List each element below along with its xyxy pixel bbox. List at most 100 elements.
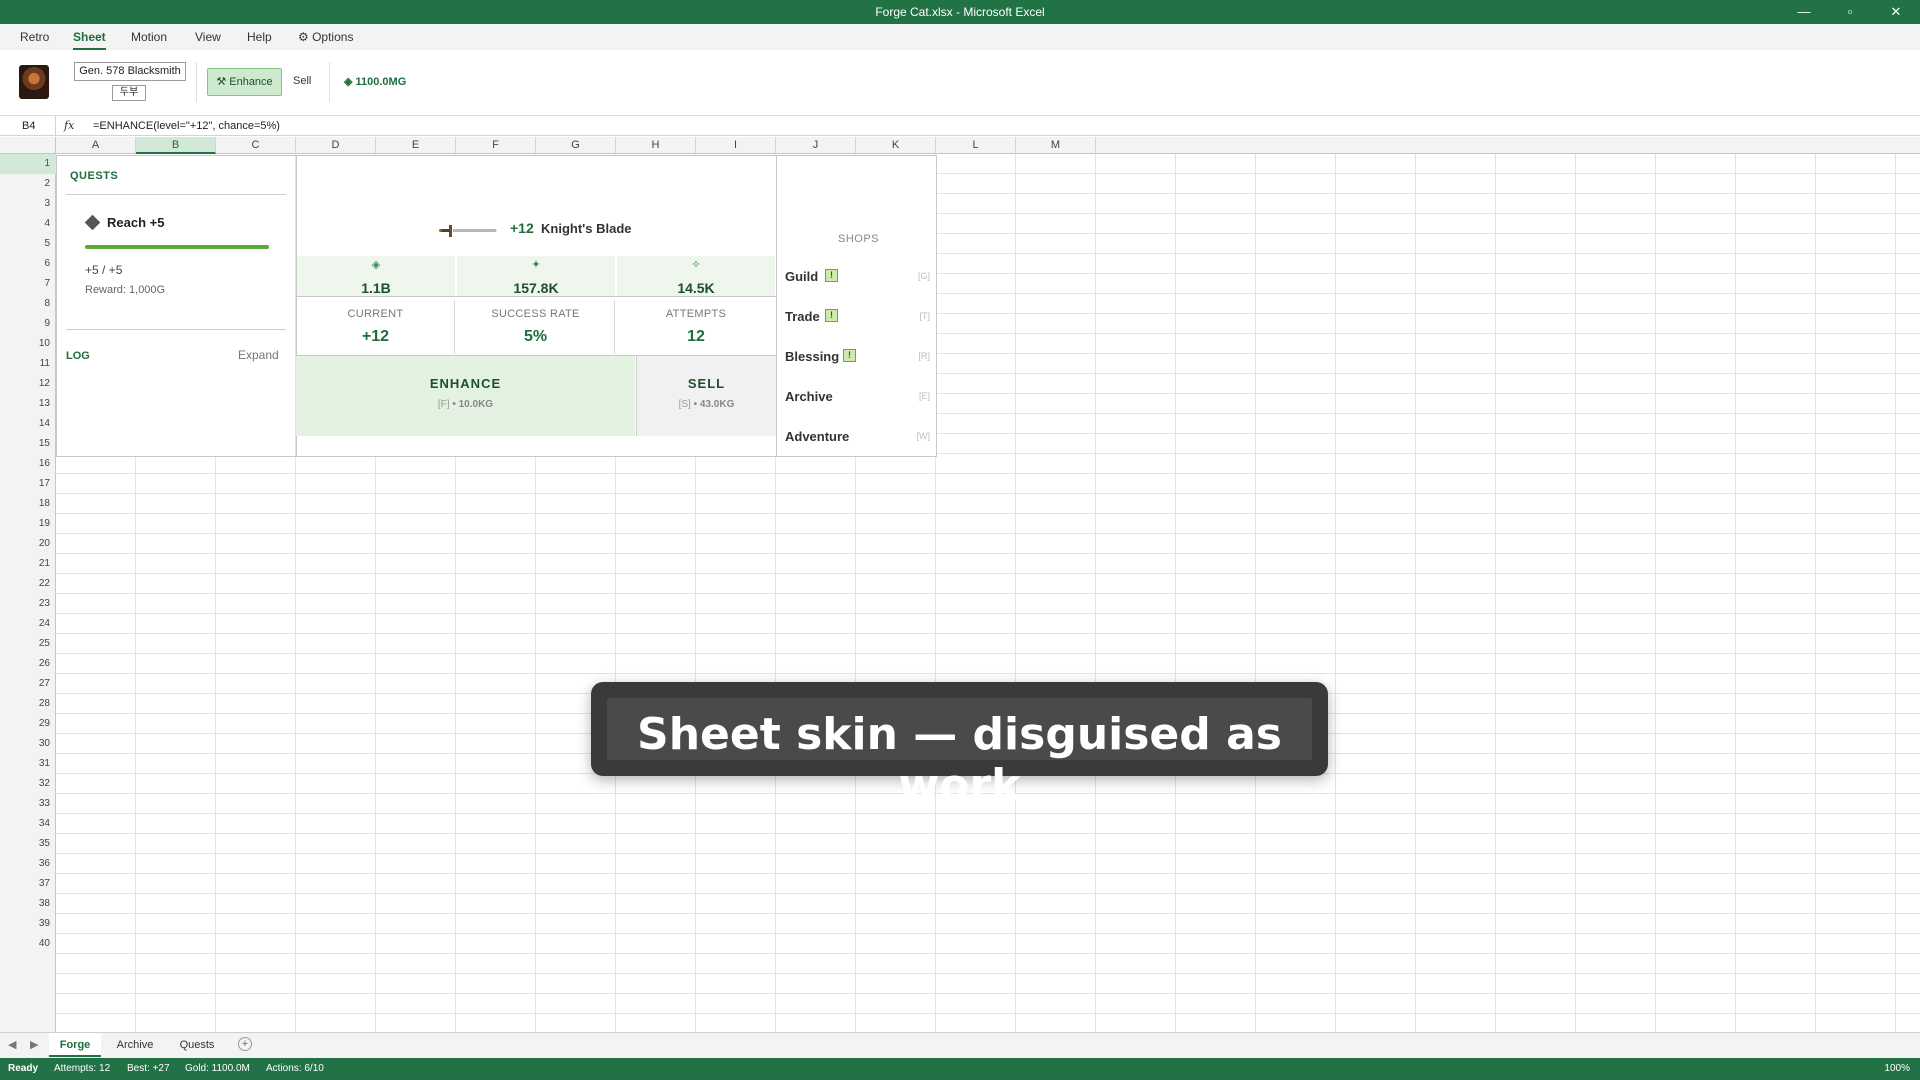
fx-icon[interactable]: fx bbox=[64, 119, 74, 132]
quest-name[interactable]: Reach +5 bbox=[107, 215, 164, 230]
zoom-level[interactable]: 100% bbox=[1884, 1063, 1910, 1074]
row-header[interactable]: 39 bbox=[0, 914, 56, 934]
row-header[interactable]: 12 bbox=[0, 374, 56, 394]
row-header[interactable]: 30 bbox=[0, 734, 56, 754]
formula-input[interactable]: =ENHANCE(level="+12", chance=5%) bbox=[93, 120, 280, 132]
row-header[interactable]: 20 bbox=[0, 534, 56, 554]
row-header[interactable]: 28 bbox=[0, 694, 56, 714]
sheet-tab-archive[interactable]: Archive bbox=[108, 1033, 162, 1057]
column-header[interactable]: I bbox=[696, 137, 776, 154]
row-header[interactable]: 9 bbox=[0, 314, 56, 334]
column-header[interactable]: L bbox=[936, 137, 1016, 154]
shop-blessing[interactable]: Blessing ! [R] bbox=[777, 336, 936, 376]
column-header[interactable]: A bbox=[56, 137, 136, 154]
divider bbox=[66, 329, 286, 330]
log-title: LOG bbox=[66, 350, 90, 362]
row-header[interactable]: 31 bbox=[0, 754, 56, 774]
column-header[interactable]: K bbox=[856, 137, 936, 154]
row-header[interactable]: 4 bbox=[0, 214, 56, 234]
log-expand-button[interactable]: Expand bbox=[238, 348, 279, 362]
row-header[interactable]: 32 bbox=[0, 774, 56, 794]
row-header[interactable]: 36 bbox=[0, 854, 56, 874]
column-header[interactable]: C bbox=[216, 137, 296, 154]
prev-sheet-icon[interactable]: ◀ bbox=[8, 1038, 16, 1051]
column-header[interactable]: E bbox=[376, 137, 456, 154]
sheet-tab-quests[interactable]: Quests bbox=[170, 1033, 224, 1057]
row-header[interactable]: 17 bbox=[0, 474, 56, 494]
info-label: SUCCESS RATE bbox=[491, 308, 580, 320]
menu-view[interactable]: View bbox=[195, 24, 221, 50]
row-header[interactable]: 1 bbox=[0, 154, 56, 174]
row-header[interactable]: 24 bbox=[0, 614, 56, 634]
column-header[interactable]: B bbox=[136, 137, 216, 154]
row-header[interactable]: 34 bbox=[0, 814, 56, 834]
gold-amount: ◈ 1100.0MG bbox=[344, 76, 407, 88]
row-header[interactable]: 3 bbox=[0, 194, 56, 214]
menu-help[interactable]: Help bbox=[247, 24, 272, 50]
shop-key-hint: [W] bbox=[916, 431, 931, 441]
stat-value: 157.8K bbox=[513, 280, 559, 296]
row-header[interactable]: 33 bbox=[0, 794, 56, 814]
toast-message: Sheet skin — disguised as work bbox=[637, 709, 1282, 811]
row-header[interactable]: 13 bbox=[0, 394, 56, 414]
shop-archive[interactable]: Archive [E] bbox=[777, 376, 936, 416]
enhance-button[interactable]: ENHANCE [F] • 10.0KG bbox=[296, 356, 635, 436]
row-header[interactable]: 27 bbox=[0, 674, 56, 694]
ribbon-sell-button[interactable]: Sell bbox=[293, 75, 311, 87]
quests-title: QUESTS bbox=[70, 170, 119, 182]
close-button[interactable]: ✕ bbox=[1873, 0, 1919, 24]
row-header[interactable]: 8 bbox=[0, 294, 56, 314]
column-header[interactable]: F bbox=[456, 137, 536, 154]
row-header[interactable]: 5 bbox=[0, 234, 56, 254]
row-header[interactable]: 25 bbox=[0, 634, 56, 654]
column-headers: A B C D E F G H I J K L M bbox=[0, 137, 1920, 154]
shop-trade[interactable]: Trade ! [T] bbox=[777, 296, 936, 336]
player-name[interactable]: Gen. 578 Blacksmith bbox=[74, 62, 186, 81]
shop-guild[interactable]: Guild ! [G] bbox=[777, 256, 936, 296]
row-header[interactable]: 2 bbox=[0, 174, 56, 194]
ribbon-enhance-button[interactable]: ⚒ Enhance bbox=[207, 68, 282, 96]
row-header[interactable]: 15 bbox=[0, 434, 56, 454]
menu-options[interactable]: ⚙ Options bbox=[298, 24, 353, 50]
column-header[interactable]: J bbox=[776, 137, 856, 154]
row-header[interactable]: 35 bbox=[0, 834, 56, 854]
row-header[interactable]: 19 bbox=[0, 514, 56, 534]
row-header[interactable]: 29 bbox=[0, 714, 56, 734]
row-header[interactable]: 37 bbox=[0, 874, 56, 894]
cell-reference-box[interactable]: B4 bbox=[0, 116, 56, 136]
info-current: CURRENT +12 bbox=[297, 300, 455, 354]
shop-adventure[interactable]: Adventure [W] bbox=[777, 416, 936, 456]
menu-retro[interactable]: Retro bbox=[20, 24, 49, 50]
row-header[interactable]: 23 bbox=[0, 594, 56, 614]
row-header[interactable]: 10 bbox=[0, 334, 56, 354]
sell-button[interactable]: SELL [S] • 43.0KG bbox=[636, 356, 776, 436]
maximize-button[interactable]: ▫ bbox=[1827, 0, 1873, 24]
column-header[interactable]: G bbox=[536, 137, 616, 154]
menu-motion[interactable]: Motion bbox=[131, 24, 167, 50]
row-header[interactable]: 6 bbox=[0, 254, 56, 274]
add-sheet-icon[interactable]: + bbox=[238, 1037, 252, 1051]
row-header[interactable]: 14 bbox=[0, 414, 56, 434]
row-header[interactable]: 21 bbox=[0, 554, 56, 574]
column-header[interactable]: H bbox=[616, 137, 696, 154]
row-header[interactable]: 11 bbox=[0, 354, 56, 374]
row-header[interactable]: 38 bbox=[0, 894, 56, 914]
toast-inner: Sheet skin — disguised as work bbox=[607, 698, 1312, 811]
row-header[interactable]: 16 bbox=[0, 454, 56, 474]
row-header[interactable]: 22 bbox=[0, 574, 56, 594]
row-header[interactable]: 7 bbox=[0, 274, 56, 294]
minimize-button[interactable]: — bbox=[1781, 0, 1827, 24]
sheet-tab-forge[interactable]: Forge bbox=[49, 1033, 101, 1057]
row-header[interactable]: 40 bbox=[0, 934, 56, 954]
blacksmith-avatar[interactable] bbox=[19, 65, 49, 99]
column-header[interactable]: D bbox=[296, 137, 376, 154]
select-all-corner[interactable] bbox=[0, 137, 56, 154]
shop-name: Trade bbox=[785, 309, 820, 324]
row-header[interactable]: 26 bbox=[0, 654, 56, 674]
status-best: Best: +27 bbox=[127, 1063, 170, 1074]
quest-reward: Reward: 1,000G bbox=[85, 284, 166, 296]
column-header[interactable]: M bbox=[1016, 137, 1096, 154]
next-sheet-icon[interactable]: ▶ bbox=[30, 1038, 38, 1051]
row-header[interactable]: 18 bbox=[0, 494, 56, 514]
menu-sheet[interactable]: Sheet bbox=[73, 24, 106, 50]
